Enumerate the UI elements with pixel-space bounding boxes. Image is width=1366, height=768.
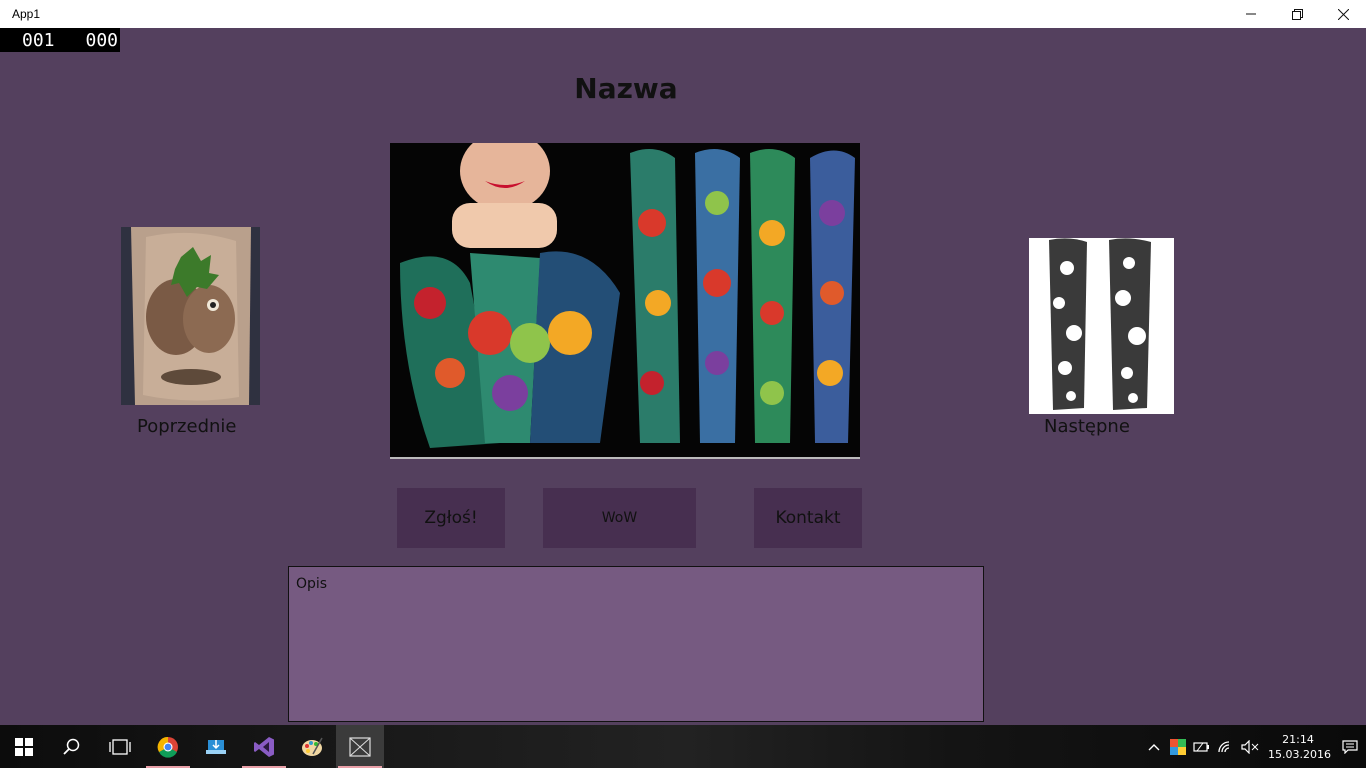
clock-date: 15.03.2016 (1268, 747, 1331, 761)
start-button[interactable] (0, 725, 48, 768)
taskbar-visual-studio[interactable] (240, 725, 288, 768)
restore-button[interactable] (1274, 0, 1320, 28)
main-image (390, 143, 860, 459)
colorful-grid-icon (1170, 738, 1186, 755)
wow-button[interactable]: WoW (543, 488, 696, 548)
installer-icon (206, 739, 226, 754)
taskbar-chrome[interactable] (144, 725, 192, 768)
tray-volume[interactable] (1238, 725, 1262, 768)
app-placeholder-icon (349, 736, 371, 757)
counter-left: 001 (22, 29, 55, 51)
tray-app-icon[interactable] (1166, 725, 1190, 768)
windows-icon (15, 737, 33, 756)
next-image[interactable] (1029, 238, 1174, 414)
page-title: Nazwa (574, 72, 678, 105)
task-view-icon (109, 738, 131, 755)
taskbar: 21:14 15.03.2016 (0, 725, 1366, 768)
counter-right: 000 (85, 29, 118, 51)
visual-studio-icon (254, 736, 274, 757)
taskbar-paint[interactable] (288, 725, 336, 768)
taskbar-installer[interactable] (192, 725, 240, 768)
next-tattoo-illustration (1029, 238, 1174, 414)
chrome-icon (157, 736, 178, 758)
frame-counter: 001 000 (0, 28, 120, 52)
minimize-button[interactable] (1228, 0, 1274, 28)
taskbar-clock[interactable]: 21:14 15.03.2016 (1268, 732, 1331, 762)
chevron-up-icon (1148, 743, 1160, 750)
main-tattoo-illustration (390, 143, 860, 457)
report-button[interactable]: Zgłoś! (397, 488, 505, 548)
close-button[interactable] (1320, 0, 1366, 28)
search-button[interactable] (48, 725, 96, 768)
close-icon (1337, 8, 1349, 20)
search-icon (63, 738, 80, 755)
restore-icon (1291, 8, 1303, 20)
system-tray: 21:14 15.03.2016 (1142, 725, 1366, 768)
action-center-button[interactable] (1334, 725, 1366, 768)
volume-muted-icon (1241, 739, 1259, 754)
clock-time: 21:14 (1282, 732, 1314, 746)
description-box[interactable]: Opis (288, 566, 984, 722)
minimize-icon (1246, 13, 1256, 15)
window-title: App1 (12, 7, 41, 21)
description-text: Opis (296, 576, 328, 592)
show-hidden-icons[interactable] (1142, 725, 1166, 768)
task-view-button[interactable] (96, 725, 144, 768)
previous-tattoo-illustration (121, 227, 260, 405)
contact-button[interactable]: Kontakt (754, 488, 862, 548)
wifi-icon (1218, 740, 1230, 752)
notification-icon (1342, 739, 1358, 754)
previous-label[interactable]: Poprzednie (137, 416, 236, 437)
window-titlebar: App1 (0, 0, 1366, 28)
tray-battery[interactable] (1190, 725, 1214, 768)
taskbar-app1[interactable] (336, 725, 384, 768)
tray-wifi[interactable] (1214, 725, 1238, 768)
paint-icon (302, 737, 323, 756)
app-content: 001 000 Nazwa Poprzednie Następne Zgłoś!… (0, 28, 1366, 725)
previous-image[interactable] (121, 227, 260, 405)
battery-icon (1193, 741, 1209, 752)
next-label[interactable]: Następne (1044, 416, 1130, 437)
